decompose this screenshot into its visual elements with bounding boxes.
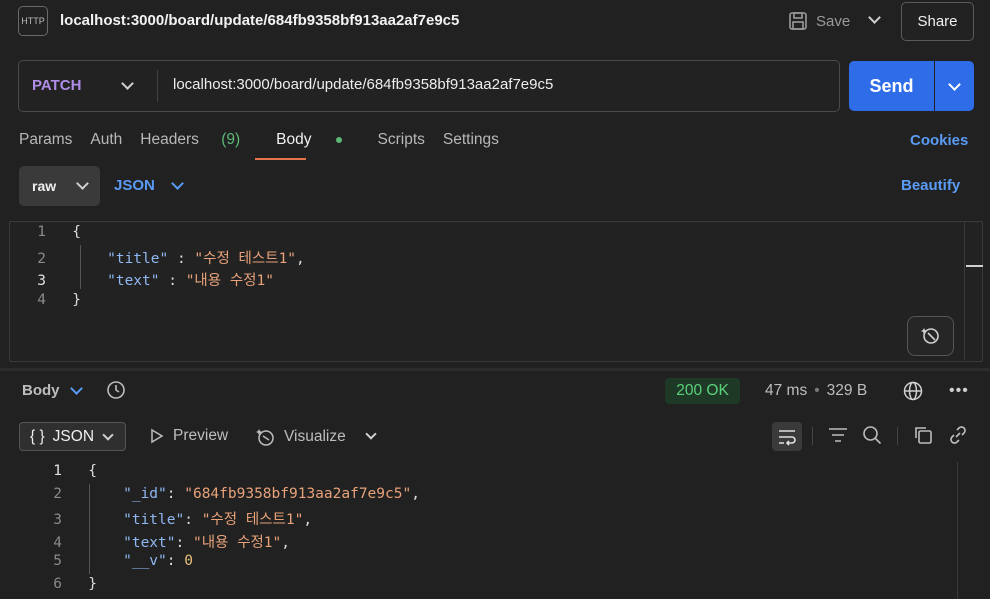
wrap-lines-button[interactable]	[772, 422, 802, 451]
tab-settings[interactable]: Settings	[443, 131, 499, 149]
editor-scrollbar-thumb[interactable]	[966, 265, 983, 267]
response-line: 1 {	[53, 463, 97, 479]
editor-scrollbar[interactable]	[964, 222, 965, 360]
send-options-button[interactable]	[935, 61, 974, 111]
body-mode-select[interactable]: raw	[19, 166, 100, 206]
filter-icon[interactable]	[828, 426, 848, 447]
link-icon[interactable]	[948, 425, 968, 448]
save-label: Save	[816, 12, 851, 30]
visualize-button[interactable]: Visualize	[256, 427, 346, 447]
beautify-button[interactable]: Beautify	[901, 177, 960, 194]
response-time[interactable]: 47 ms	[765, 382, 807, 400]
tab-headers[interactable]: Headers (9)	[140, 131, 258, 149]
headers-count-badge: (9)	[221, 131, 241, 148]
chevron-down-icon	[102, 428, 114, 441]
sparkle-wand-icon	[920, 328, 939, 344]
response-section-label[interactable]: Body	[22, 382, 60, 399]
ai-assist-button[interactable]	[907, 316, 954, 356]
editor-line: 4 }	[37, 292, 81, 308]
play-icon	[151, 428, 164, 444]
indent-guide	[89, 484, 90, 574]
url-divider	[157, 70, 158, 102]
tab-scripts[interactable]: Scripts	[378, 131, 425, 149]
globe-icon[interactable]	[903, 381, 923, 404]
response-line: 5 "__v": 0	[53, 553, 193, 569]
response-line: 3 "title": "수정 테스트1",	[53, 512, 313, 528]
response-format-label: JSON	[52, 427, 95, 445]
active-tab-indicator	[255, 158, 306, 160]
chevron-down-icon	[170, 176, 184, 190]
visualize-icon	[256, 429, 274, 446]
save-icon	[789, 12, 807, 30]
response-scrollbar[interactable]	[957, 462, 958, 599]
chevron-down-icon	[76, 177, 89, 190]
braces-icon: { }	[30, 427, 45, 445]
response-size[interactable]: 329 B	[827, 382, 868, 400]
more-options-icon[interactable]: •••	[949, 382, 969, 400]
copy-icon[interactable]	[913, 425, 933, 448]
method-select[interactable]: PATCH	[32, 77, 81, 94]
response-format-select[interactable]: { } JSON	[19, 422, 126, 451]
preview-label: Preview	[173, 427, 229, 444]
request-tabs: Params Auth Headers (9) Body Scripts Set…	[19, 131, 517, 149]
search-icon[interactable]	[862, 425, 882, 448]
body-language-select[interactable]: JSON	[114, 176, 184, 194]
chevron-down-icon	[948, 77, 961, 91]
tab-headers-label: Headers	[140, 131, 199, 148]
body-language-label: JSON	[114, 177, 155, 194]
request-title: localhost:3000/board/update/684fb9358bf9…	[60, 12, 460, 29]
response-meta: 47 ms • 329 B	[765, 382, 867, 400]
tab-body[interactable]: Body	[276, 131, 359, 149]
url-input[interactable]	[173, 76, 813, 93]
toolbar-divider	[812, 427, 813, 445]
share-button[interactable]: Share	[901, 2, 974, 41]
tab-body-label: Body	[276, 131, 312, 148]
visualize-chevron-down-icon[interactable]	[365, 428, 377, 440]
request-body-editor[interactable]	[9, 221, 983, 362]
response-line: 4 "text": "내용 수정1",	[53, 535, 290, 551]
editor-line: 1 {	[37, 224, 81, 240]
visualize-label: Visualize	[284, 428, 346, 445]
toolbar-divider	[897, 427, 898, 445]
response-chevron-down-icon[interactable]	[70, 382, 83, 395]
tab-params[interactable]: Params	[19, 131, 72, 149]
separator-dot: •	[814, 382, 820, 399]
status-badge[interactable]: 200 OK	[665, 378, 740, 404]
editor-line: 2 "title" : "수정 테스트1",	[37, 251, 305, 267]
save-button[interactable]: Save	[788, 8, 850, 34]
cookies-link[interactable]: Cookies	[910, 132, 968, 149]
response-line: 6 }	[53, 576, 97, 592]
response-line: 2 "_id": "684fb9358bf913aa2af7e9c5",	[53, 486, 420, 502]
http-request-icon: HTTP	[18, 6, 48, 36]
pane-divider[interactable]	[0, 368, 990, 371]
send-button[interactable]: Send	[849, 61, 934, 111]
wrap-lines-icon	[779, 429, 796, 446]
preview-button[interactable]: Preview	[150, 427, 228, 445]
body-mode-label: raw	[32, 178, 57, 194]
body-modified-dot	[335, 136, 342, 143]
tab-auth[interactable]: Auth	[90, 131, 122, 149]
editor-line: 3 "text" : "내용 수정1"	[37, 273, 274, 289]
history-icon[interactable]	[106, 380, 126, 403]
save-options-chevron-icon[interactable]	[868, 11, 881, 24]
